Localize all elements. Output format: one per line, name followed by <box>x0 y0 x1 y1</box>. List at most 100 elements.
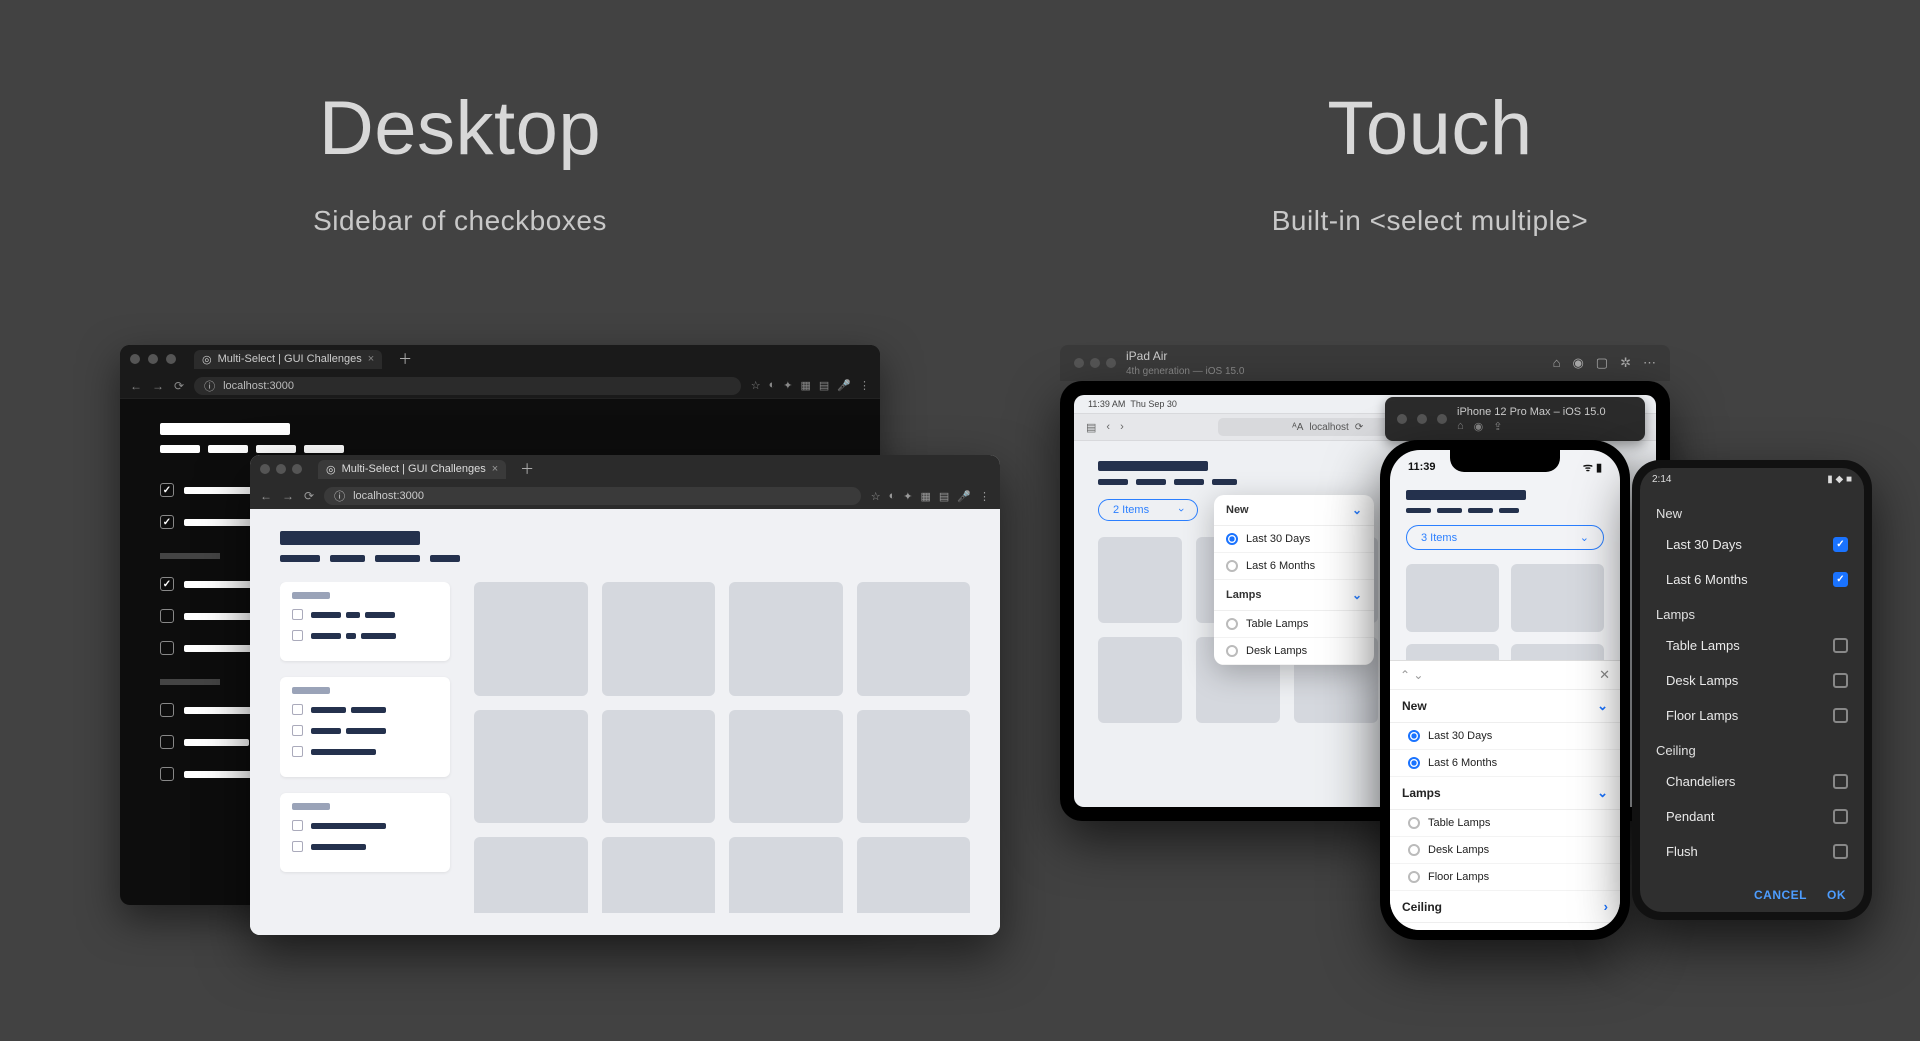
nav-reload-icon[interactable]: ⟳ <box>174 379 184 393</box>
ok-button[interactable]: OK <box>1827 888 1846 902</box>
address-bar[interactable]: ⓘ localhost:3000 <box>194 377 741 395</box>
select-option[interactable]: Floor Lamps <box>1640 698 1864 733</box>
sidebar-icon[interactable]: ▤ <box>1086 421 1096 434</box>
screenshot-icon[interactable]: ◉ <box>1572 355 1583 371</box>
traffic-light-min[interactable] <box>148 354 158 364</box>
checkbox-icon[interactable] <box>1833 572 1848 587</box>
site-info-icon[interactable]: ⓘ <box>204 378 215 394</box>
select-group-header[interactable]: Ceiling› <box>1390 891 1620 923</box>
select-option[interactable]: Last 6 Months <box>1390 750 1620 777</box>
home-icon[interactable]: ⌂ <box>1457 420 1464 433</box>
extension-icon-3[interactable]: ▤ <box>819 379 829 392</box>
product-tile[interactable] <box>602 582 716 696</box>
checkbox-icon[interactable] <box>160 703 174 717</box>
traffic-light-close[interactable] <box>260 464 270 474</box>
nav-forward-icon[interactable]: → <box>152 379 164 393</box>
checkbox-icon[interactable] <box>292 746 303 757</box>
puzzle-icon[interactable]: ✦ <box>903 490 912 503</box>
traffic-light-min[interactable] <box>276 464 286 474</box>
product-tile[interactable] <box>474 837 588 913</box>
browser-tab[interactable]: ◎ Multi-Select | GUI Challenges × <box>194 350 382 369</box>
traffic-light-max[interactable] <box>1106 358 1116 368</box>
new-tab-button[interactable]: ＋ <box>398 349 412 369</box>
checkbox-icon[interactable] <box>160 767 174 781</box>
select-option[interactable]: Last 30 Days <box>1214 526 1374 553</box>
cancel-button[interactable]: CANCEL <box>1754 888 1807 902</box>
menu-icon[interactable]: ⋮ <box>859 379 870 392</box>
puzzle-icon[interactable]: ✦ <box>783 379 792 392</box>
bookmark-icon[interactable]: ☆ <box>871 490 881 503</box>
product-tile[interactable] <box>474 582 588 696</box>
select-option[interactable]: Desk Lamps <box>1214 638 1374 665</box>
browser-tab[interactable]: ◎ Multi-Select | GUI Challenges × <box>318 460 506 479</box>
tab-close-icon[interactable]: × <box>492 463 498 475</box>
share-icon[interactable]: ⇪ <box>1493 420 1502 433</box>
checkbox-icon[interactable] <box>292 609 303 620</box>
extension-icon-2[interactable]: ▦ <box>920 490 930 503</box>
checkbox-icon[interactable] <box>292 630 303 641</box>
nav-back-icon[interactable]: ← <box>130 379 142 393</box>
product-tile[interactable] <box>729 710 843 824</box>
checkbox-icon[interactable] <box>1833 673 1848 688</box>
product-tile[interactable] <box>1098 637 1182 723</box>
product-tile[interactable] <box>729 582 843 696</box>
checkbox-icon[interactable] <box>160 515 174 529</box>
traffic-light-max[interactable] <box>292 464 302 474</box>
select-option[interactable]: Last 30 Days <box>1390 723 1620 750</box>
select-group-header[interactable]: New⌄ <box>1390 690 1620 723</box>
extension-icon-2[interactable]: ▦ <box>800 379 810 392</box>
screenshot-icon[interactable]: ◉ <box>1474 420 1484 433</box>
reload-icon[interactable]: ⟳ <box>1355 422 1363 433</box>
product-tile[interactable] <box>1098 537 1182 623</box>
select-option[interactable]: Desk Lamps <box>1640 663 1864 698</box>
select-group-header[interactable]: Lamps⌄ <box>1214 580 1374 611</box>
product-tile[interactable] <box>729 837 843 913</box>
product-tile[interactable] <box>602 710 716 824</box>
select-option[interactable]: Chandeliers <box>1640 764 1864 799</box>
extension-icon-3[interactable]: ▤ <box>939 490 949 503</box>
filter-checkbox-row[interactable] <box>292 746 438 757</box>
select-option[interactable]: Table Lamps <box>1640 628 1864 663</box>
extension-icon[interactable]: ◐ <box>769 379 776 392</box>
sheet-close-icon[interactable]: ✕ <box>1599 667 1610 683</box>
checkbox-icon[interactable] <box>292 841 303 852</box>
filter-checkbox-row[interactable] <box>292 841 438 852</box>
traffic-light-min[interactable] <box>1090 358 1100 368</box>
checkbox-icon[interactable] <box>1833 708 1848 723</box>
checkbox-icon[interactable] <box>292 704 303 715</box>
checkbox-icon[interactable] <box>160 609 174 623</box>
menu-icon[interactable]: ⋮ <box>979 490 990 503</box>
select-option[interactable]: Last 30 Days <box>1640 527 1864 562</box>
select-option[interactable]: Last 6 Months <box>1640 562 1864 597</box>
select-multiple-trigger[interactable]: 3 Items⌄ <box>1406 525 1604 550</box>
traffic-light-max[interactable] <box>1437 414 1447 424</box>
product-tile[interactable] <box>1511 564 1604 632</box>
checkbox-icon[interactable] <box>1833 809 1848 824</box>
select-multiple-trigger[interactable]: 2 Items <box>1098 499 1198 521</box>
traffic-light-close[interactable] <box>1397 414 1407 424</box>
select-option[interactable]: Last 6 Months <box>1214 553 1374 580</box>
chevron-down-icon[interactable]: ⌄ <box>1413 668 1423 682</box>
select-group-header[interactable]: Lamps⌄ <box>1390 777 1620 810</box>
nav-back-icon[interactable]: ‹ <box>1106 421 1110 433</box>
checkbox-icon[interactable] <box>1833 537 1848 552</box>
select-option[interactable]: Pendant <box>1640 799 1864 834</box>
traffic-light-min[interactable] <box>1417 414 1427 424</box>
filter-checkbox-row[interactable] <box>292 820 438 831</box>
checkbox-icon[interactable] <box>160 641 174 655</box>
nav-forward-icon[interactable]: → <box>282 489 294 503</box>
select-group-header[interactable]: By Room› <box>1390 923 1620 930</box>
reader-icon[interactable]: ᴬA <box>1292 422 1303 433</box>
checkbox-icon[interactable] <box>160 577 174 591</box>
checkbox-icon[interactable] <box>292 820 303 831</box>
appearance-icon[interactable]: ✲ <box>1620 355 1631 371</box>
address-bar[interactable]: ⓘ localhost:3000 <box>324 487 861 505</box>
site-info-icon[interactable]: ⓘ <box>334 488 345 504</box>
product-tile[interactable] <box>602 837 716 913</box>
checkbox-icon[interactable] <box>1833 774 1848 789</box>
mic-icon[interactable]: 🎤 <box>957 490 971 503</box>
select-option[interactable]: Table Lamps <box>1214 611 1374 638</box>
select-option[interactable]: Floor Lamps <box>1390 864 1620 891</box>
checkbox-icon[interactable] <box>160 735 174 749</box>
product-tile[interactable] <box>1406 564 1499 632</box>
